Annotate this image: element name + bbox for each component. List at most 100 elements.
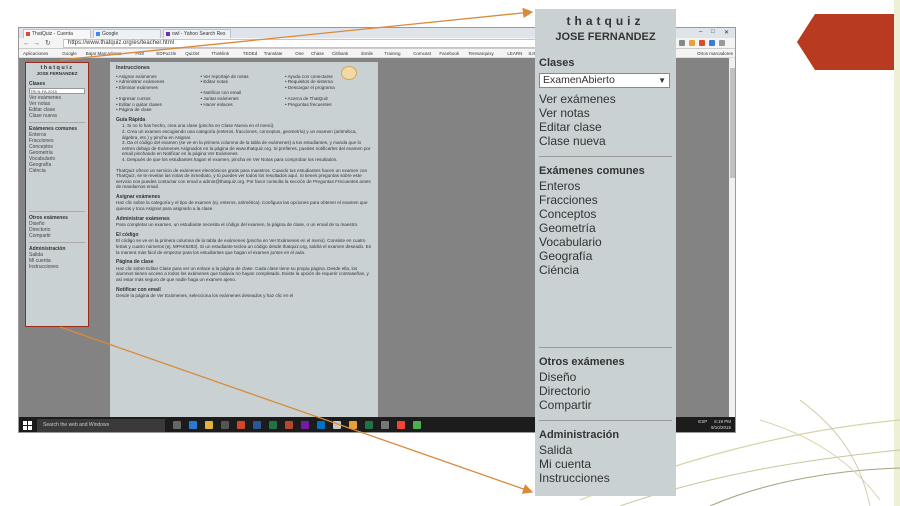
chrome-icon[interactable] (413, 421, 421, 429)
instruction-link-pagina-de-clase[interactable]: Página de clase (116, 107, 200, 113)
help-section-body: Desde la página de Ver Exámenes, selecci… (116, 293, 294, 299)
instructions-links: Asignar exámenesAdministrar exámenesElim… (116, 74, 372, 113)
other-bookmarks[interactable]: Otros marcadores (697, 50, 733, 57)
excel-icon[interactable] (269, 421, 277, 429)
sidebar-link-compartir[interactable]: Compartir (539, 398, 672, 412)
store-icon[interactable] (221, 421, 229, 429)
bookmark-thinklink[interactable]: Thinklink (211, 50, 229, 57)
minimize-icon[interactable]: – (699, 29, 702, 35)
sidebar-link-geografia[interactable]: Geografía (539, 249, 672, 263)
app-icon[interactable] (333, 421, 341, 429)
sidebar-link-salida[interactable]: Salida (539, 443, 672, 457)
edge-icon[interactable] (189, 421, 197, 429)
sidebar-link-clase-nueva[interactable]: Clase nueva (539, 134, 672, 148)
teacher-main-content: Instrucciones Asignar exámenesAdministra… (110, 62, 378, 417)
intro-text: ThatQuiz ofrece un servicio de exámenes … (116, 167, 371, 190)
zoomed-sidebar-panel: thatquiz JOSE FERNANDEZ Clases ExamenAbi… (535, 9, 676, 496)
bookmark-bajar-marcadores[interactable]: Bajar Marcadores (86, 50, 122, 57)
yahoo-favicon-icon (166, 32, 170, 36)
bookmark-training[interactable]: Training (384, 50, 400, 57)
app-icon[interactable] (349, 421, 357, 429)
task-view-icon[interactable] (173, 421, 181, 429)
bookmark-pixlr[interactable]: Pixlr (135, 50, 144, 57)
bookmark-facebook[interactable]: Facebook (439, 50, 459, 57)
bookmark-teded[interactable]: TEDEd (243, 50, 258, 57)
extension-icon[interactable] (699, 40, 705, 46)
help-section: Página de clase Haz clic sobre Editar Cla… (116, 260, 372, 282)
taskbar-search-input[interactable]: Search the web and Windows (37, 419, 165, 432)
mini-sidebar-highlighted: thatquiz JOSE FERNANDEZ Clases TRI N-FA-… (25, 62, 89, 327)
file-explorer-icon[interactable] (205, 421, 213, 429)
scrollbar-thumb[interactable] (730, 68, 735, 178)
browser-tab-thatquiz[interactable]: ThatQuiz - Cuenta (23, 29, 91, 38)
quick-step: 2. Crea un examen escogiendo una categor… (122, 128, 357, 140)
help-section-body: Haz clic sobre Editar Clase para ver un … (116, 265, 369, 282)
calculator-icon[interactable] (381, 421, 389, 429)
mini-user: JOSE FERNANDEZ (36, 71, 78, 76)
sidebar-link-ver-notas[interactable]: Ver notas (539, 106, 672, 120)
mini-link-instrucciones[interactable]: Instrucciones (29, 264, 85, 270)
clock-date: 9/10/2015 (710, 425, 731, 430)
instruction-link-preguntas-frecuentes[interactable]: Preguntas frecuentes (285, 102, 369, 108)
extension-icon[interactable] (709, 40, 715, 46)
bookmark-one[interactable]: One (295, 50, 304, 57)
bookmark-quizlet[interactable]: Quizlet (185, 50, 199, 57)
bookmark-aplicaciones[interactable]: Aplicaciones (23, 50, 48, 57)
help-section-body: El código se ve en la primera columna de… (116, 238, 372, 255)
mini-classes-heading: Clases (29, 81, 46, 87)
close-icon[interactable]: ✕ (724, 29, 729, 36)
browser-tab-yahoo[interactable]: owl - Yahoo Search Res (163, 29, 231, 38)
class-select[interactable]: ExamenAbierto ▼ (539, 73, 670, 88)
maximize-icon[interactable]: □ (711, 29, 715, 35)
mini-link-compartir[interactable]: Compartir (29, 233, 85, 239)
sidebar-link-vocabulario[interactable]: Vocabulario (539, 235, 672, 249)
powerpoint-icon[interactable] (237, 421, 245, 429)
sidebar-link-directorio[interactable]: Directorio (539, 384, 672, 398)
mini-link-clase-nueva[interactable]: Clase nueva (29, 113, 85, 119)
app-icon[interactable] (365, 421, 373, 429)
sidebar-link-geometria[interactable]: Geometría (539, 221, 672, 235)
class-select-value: ExamenAbierto (543, 74, 615, 86)
bookmark-teresarquisy[interactable]: Teresarquisy (468, 50, 494, 57)
browser-tab-google[interactable]: Google (93, 29, 161, 38)
zoom-icon[interactable] (679, 40, 685, 46)
bookmark-comcast[interactable]: Comcast (413, 50, 431, 57)
back-icon[interactable]: ← (23, 39, 30, 48)
mini-class-select[interactable]: TRI N-FA-2015 (29, 88, 85, 94)
page-scrollbar[interactable] (729, 58, 735, 417)
bookmark-learn[interactable]: LEARN (507, 50, 522, 57)
bookmark-translate[interactable]: Translate (264, 50, 283, 57)
sidebar-link-diseno[interactable]: Diseño (539, 370, 672, 384)
sidebar-link-ver-examenes[interactable]: Ver exámenes (539, 92, 672, 106)
system-tray[interactable]: ESP 6:19 PM 9/10/2015 (698, 419, 731, 431)
reload-icon[interactable]: ↻ (45, 39, 51, 48)
outlook-icon[interactable] (317, 421, 325, 429)
divider (29, 211, 85, 212)
administration-heading: Administración (539, 429, 620, 441)
quick-step: 3. Da el código del examen (se ve en la … (122, 140, 371, 157)
sidebar-link-enteros[interactable]: Enteros (539, 179, 672, 193)
app-icon[interactable] (397, 421, 405, 429)
instruction-link-hacer-enlaces[interactable]: Hacer enlaces (200, 102, 284, 108)
app-icon[interactable] (285, 421, 293, 429)
help-section-body: Haz clic sobre la categoría y el tipo de… (116, 200, 368, 212)
sidebar-link-editar-clase[interactable]: Editar clase (539, 120, 672, 134)
sidebar-link-ciencia[interactable]: Ciéncia (539, 263, 672, 277)
forward-icon[interactable]: → (33, 39, 40, 48)
sidebar-link-conceptos[interactable]: Conceptos (539, 207, 672, 221)
menu-icon[interactable] (719, 40, 725, 46)
windows-start-icon[interactable] (23, 421, 32, 430)
word-icon[interactable] (253, 421, 261, 429)
bookmark-google[interactable]: Google (62, 50, 77, 57)
sidebar-link-fracciones[interactable]: Fracciones (539, 193, 672, 207)
red-chevron-shape (797, 14, 894, 70)
sidebar-link-instrucciones[interactable]: Instrucciones (539, 471, 672, 485)
bookmark-ismile[interactable]: iSmile (361, 50, 373, 57)
onenote-icon[interactable] (301, 421, 309, 429)
bookmark-chase[interactable]: Chase (311, 50, 324, 57)
bookmark-edpuzzle[interactable]: EDPuzzle (156, 50, 176, 57)
common-exams-heading: Exámenes comunes (539, 165, 645, 177)
sidebar-link-mi-cuenta[interactable]: Mi cuenta (539, 457, 672, 471)
bookmark-citibank[interactable]: Citibank (332, 50, 348, 57)
star-icon[interactable] (689, 40, 695, 46)
